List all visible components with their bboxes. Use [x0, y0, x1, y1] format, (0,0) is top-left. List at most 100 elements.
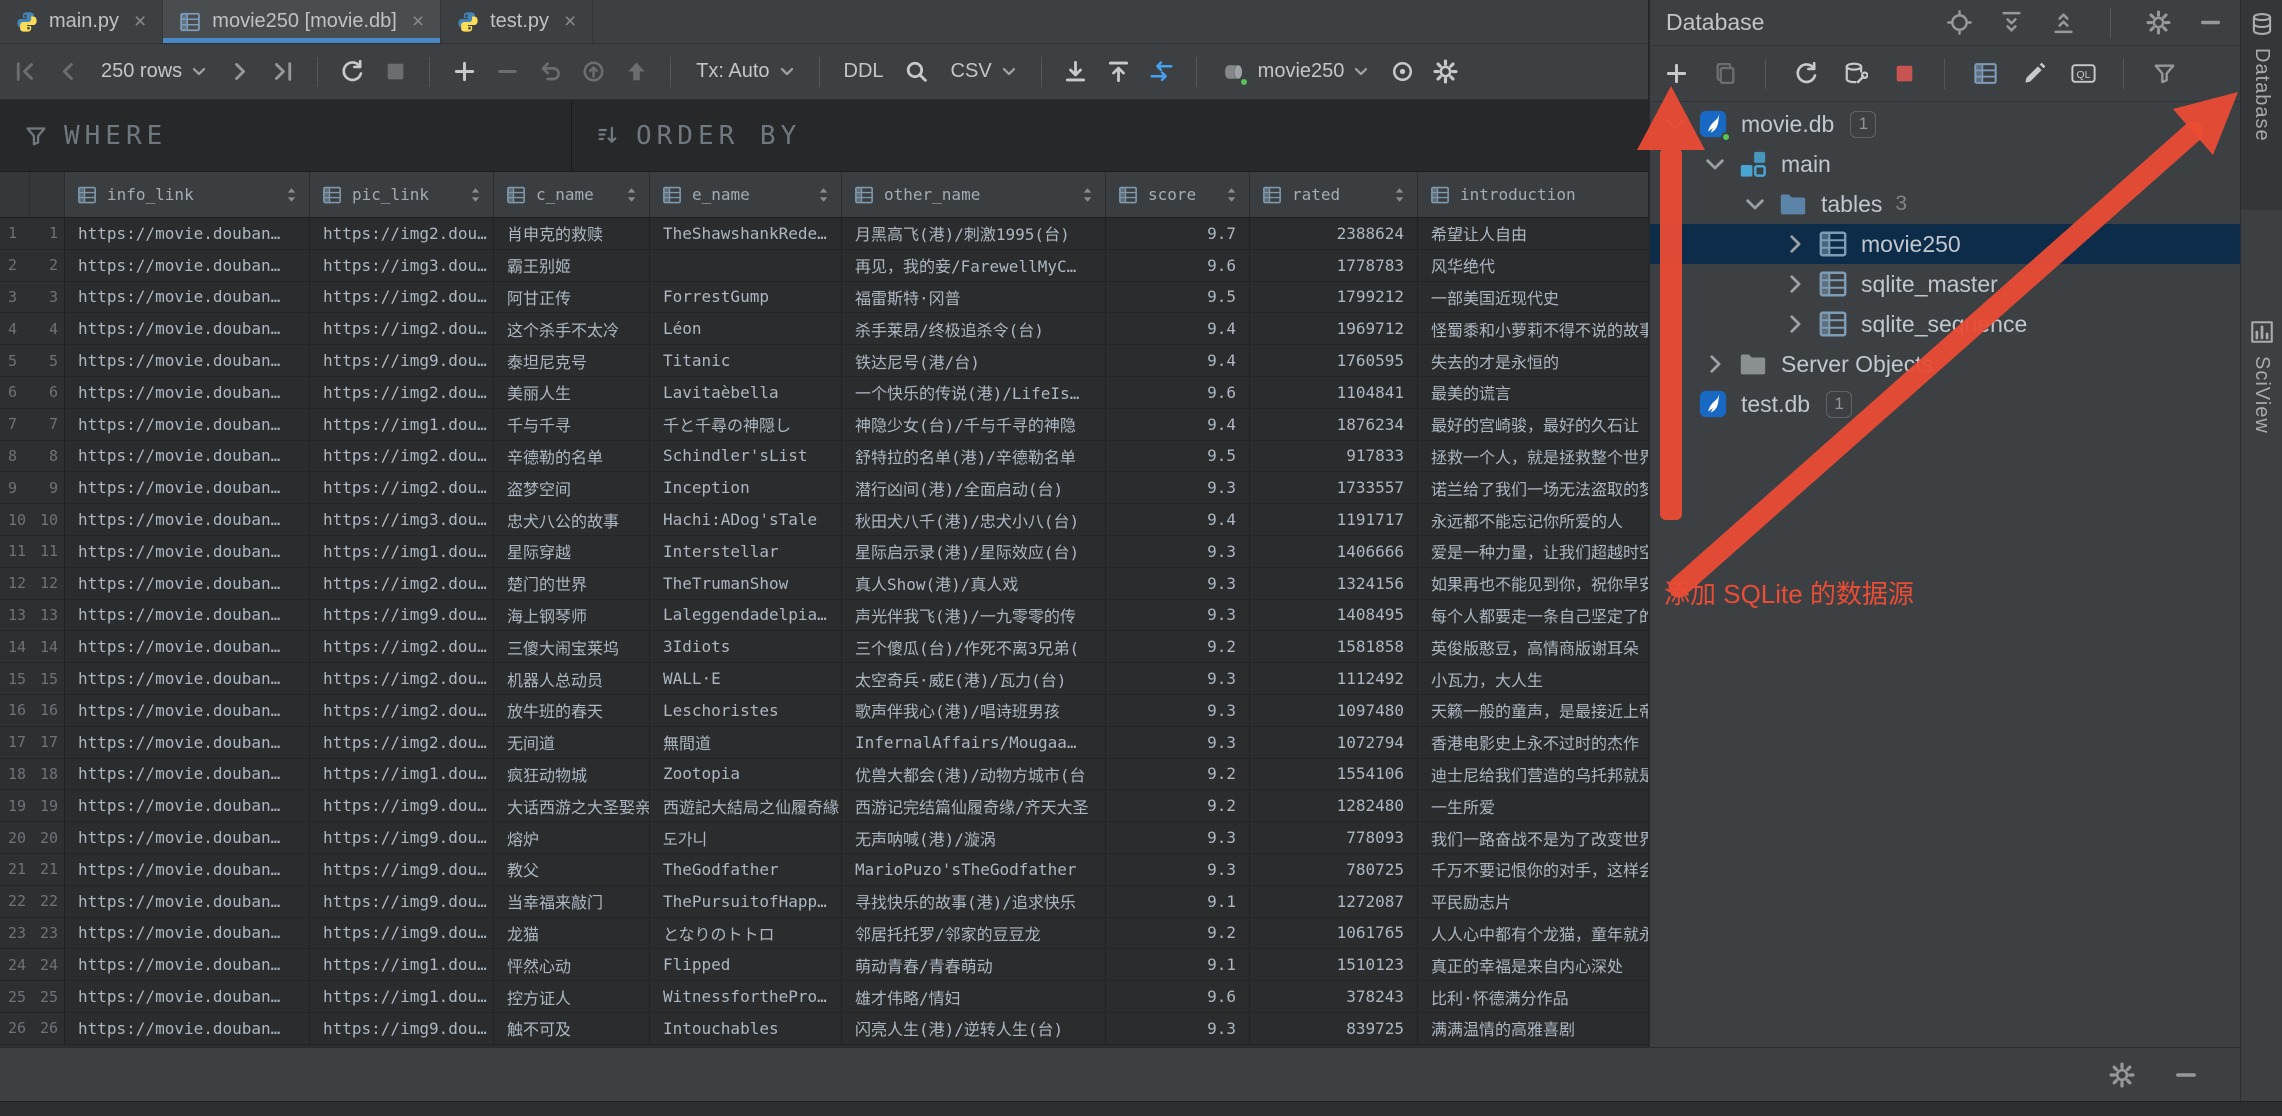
tree-item-server-objects[interactable]: Server Objects: [1650, 344, 2240, 384]
row-number[interactable]: 23: [0, 918, 30, 949]
row-number[interactable]: 10: [0, 504, 30, 535]
cell-other_name[interactable]: 邻居托托罗/邻家的豆豆龙: [842, 918, 1106, 949]
row-number[interactable]: 19: [0, 790, 30, 821]
cell-pic_link[interactable]: https://img2.dou…: [310, 727, 494, 758]
cell-c_name[interactable]: 星际穿越: [494, 536, 650, 567]
editor-tab-test-py[interactable]: test.py×: [441, 0, 593, 43]
cell-score[interactable]: 9.7: [1106, 218, 1250, 249]
cell-e_name[interactable]: TheGodfather: [650, 854, 842, 885]
duplicate-datasource-button[interactable]: [1707, 56, 1743, 92]
cell-info_link[interactable]: https://movie.douban…: [65, 600, 310, 631]
cell-e_name[interactable]: TheTrumanShow: [650, 568, 842, 599]
cell-rated[interactable]: 1760595: [1250, 345, 1418, 376]
cell-clipped-id[interactable]: 24: [30, 949, 65, 980]
cell-clipped-id[interactable]: 19: [30, 790, 65, 821]
cell-score[interactable]: 9.3: [1106, 1013, 1250, 1044]
cell-pic_link[interactable]: https://img9.dou…: [310, 822, 494, 853]
cell-clipped-id[interactable]: 26: [30, 1013, 65, 1044]
cell-score[interactable]: 9.4: [1106, 409, 1250, 440]
cell-pic_link[interactable]: https://img9.dou…: [310, 918, 494, 949]
cell-e_name[interactable]: WitnessforthePro…: [650, 981, 842, 1012]
cell-other_name[interactable]: 西游记完结篇仙履奇缘/齐天大圣: [842, 790, 1106, 821]
cell-introduction[interactable]: 每个人都要走一条自己坚定了的: [1418, 600, 1650, 631]
cell-info_link[interactable]: https://movie.douban…: [65, 282, 310, 313]
cell-other_name[interactable]: 真人Show(港)/真人戏: [842, 568, 1106, 599]
cell-e_name[interactable]: ThePursuitofHapp…: [650, 886, 842, 917]
cell-pic_link[interactable]: https://img2.dou…: [310, 568, 494, 599]
cell-other_name[interactable]: InfernalAffairs/Mougaa…: [842, 727, 1106, 758]
cell-rated[interactable]: 1112492: [1250, 663, 1418, 694]
row-number[interactable]: 1: [0, 218, 30, 249]
cell-c_name[interactable]: 放牛班的春天: [494, 695, 650, 726]
revert-button[interactable]: [532, 54, 568, 90]
cell-c_name[interactable]: 辛德勒的名单: [494, 441, 650, 472]
cell-e_name[interactable]: Hachi:ADog'sTale: [650, 504, 842, 535]
row-number[interactable]: 8: [0, 441, 30, 472]
cell-e_name[interactable]: Lavitaèbella: [650, 377, 842, 408]
sort-arrows-icon[interactable]: [286, 187, 297, 203]
where-filter-field[interactable]: WHERE: [0, 100, 572, 171]
cell-info_link[interactable]: https://movie.douban…: [65, 377, 310, 408]
row-number[interactable]: 21: [0, 854, 30, 885]
row-number[interactable]: 4: [0, 313, 30, 344]
cell-info_link[interactable]: https://movie.douban…: [65, 918, 310, 949]
cell-clipped-id[interactable]: 25: [30, 981, 65, 1012]
cell-pic_link[interactable]: https://img1.dou…: [310, 949, 494, 980]
export-format-combo[interactable]: CSV: [942, 60, 1025, 83]
cell-score[interactable]: 9.1: [1106, 886, 1250, 917]
row-number[interactable]: 18: [0, 759, 30, 790]
cell-score[interactable]: 9.6: [1106, 377, 1250, 408]
cell-e_name[interactable]: Interstellar: [650, 536, 842, 567]
cell-info_link[interactable]: https://movie.douban…: [65, 472, 310, 503]
cell-score[interactable]: 9.3: [1106, 536, 1250, 567]
export-data-button[interactable]: [1058, 54, 1094, 90]
cell-e_name[interactable]: Zootopia: [650, 759, 842, 790]
cell-e_name[interactable]: 3Idiots: [650, 631, 842, 662]
locate-icon[interactable]: [1945, 9, 1973, 37]
cell-clipped-id[interactable]: 5: [30, 345, 65, 376]
expand-all-icon[interactable]: [1997, 9, 2025, 37]
cell-c_name[interactable]: 怦然心动: [494, 949, 650, 980]
cell-other_name[interactable]: 潜行凶间(港)/全面启动(台): [842, 472, 1106, 503]
edit-source-button[interactable]: [2016, 56, 2052, 92]
tree-item-sqlite-master[interactable]: sqlite_master: [1650, 264, 2240, 304]
tree-item-movie250[interactable]: movie250: [1650, 224, 2240, 264]
cell-pic_link[interactable]: https://img1.dou…: [310, 981, 494, 1012]
cell-c_name[interactable]: 海上钢琴师: [494, 600, 650, 631]
cell-rated[interactable]: 839725: [1250, 1013, 1418, 1044]
cell-pic_link[interactable]: https://img1.dou…: [310, 536, 494, 567]
cell-score[interactable]: 9.3: [1106, 822, 1250, 853]
cell-other_name[interactable]: 福雷斯特·冈普: [842, 282, 1106, 313]
cell-other_name[interactable]: MarioPuzo'sTheGodfather: [842, 854, 1106, 885]
cell-rated[interactable]: 1191717: [1250, 504, 1418, 535]
tool-tab-sciview[interactable]: SciView: [2241, 308, 2282, 504]
cell-clipped-id[interactable]: 13: [30, 600, 65, 631]
query-console-button[interactable]: QL: [2065, 56, 2101, 92]
column-header-rated[interactable]: rated: [1250, 172, 1418, 217]
tree-item-tables[interactable]: tables3: [1650, 184, 2240, 224]
cell-clipped-id[interactable]: 23: [30, 918, 65, 949]
cell-c_name[interactable]: 忠犬八公的故事: [494, 504, 650, 535]
cell-pic_link[interactable]: https://img9.dou…: [310, 790, 494, 821]
sort-arrows-icon[interactable]: [626, 187, 637, 203]
chevron-down-icon[interactable]: [1702, 151, 1728, 177]
cell-other_name[interactable]: 月黑高飞(港)/刺激1995(台): [842, 218, 1106, 249]
cell-rated[interactable]: 378243: [1250, 981, 1418, 1012]
cell-score[interactable]: 9.3: [1106, 663, 1250, 694]
cell-e_name[interactable]: [650, 250, 842, 281]
cell-rated[interactable]: 1510123: [1250, 949, 1418, 980]
cell-pic_link[interactable]: https://img2.dou…: [310, 441, 494, 472]
sort-arrows-icon[interactable]: [1394, 187, 1405, 203]
cell-introduction[interactable]: 天籁一般的童声，是最接近上帝: [1418, 695, 1650, 726]
cell-info_link[interactable]: https://movie.douban…: [65, 790, 310, 821]
cell-score[interactable]: 9.3: [1106, 727, 1250, 758]
cell-introduction[interactable]: 千万不要记恨你的对手，这样会: [1418, 854, 1650, 885]
datasource-properties-button[interactable]: [1837, 56, 1873, 92]
previous-page-button[interactable]: [49, 54, 85, 90]
cell-clipped-id[interactable]: 7: [30, 409, 65, 440]
cell-other_name[interactable]: 星际启示录(港)/星际效应(台): [842, 536, 1106, 567]
cell-score[interactable]: 9.3: [1106, 600, 1250, 631]
cell-introduction[interactable]: 香港电影史上永不过时的杰作: [1418, 727, 1650, 758]
compare-button[interactable]: [1144, 54, 1180, 90]
cell-introduction[interactable]: 拯救一个人，就是拯救整个世界: [1418, 441, 1650, 472]
